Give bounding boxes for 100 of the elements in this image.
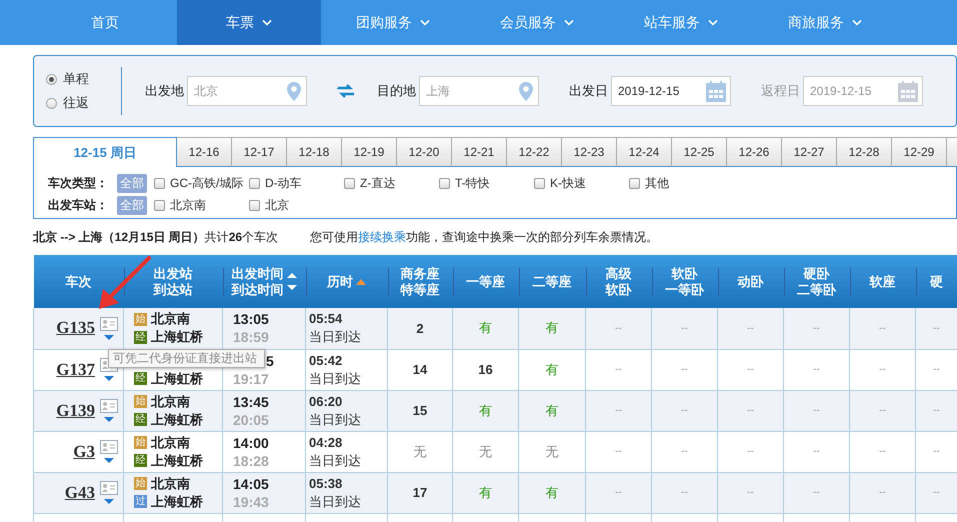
- table-cell: 有: [452, 472, 518, 513]
- date-tab[interactable]: 12-15 周日: [34, 137, 177, 167]
- header-cell[interactable]: 商务座 特等座: [388, 255, 452, 308]
- checkbox[interactable]: [629, 178, 640, 189]
- duration: 04:28: [309, 434, 342, 452]
- header-cell[interactable]: 高级 软卧: [586, 255, 652, 308]
- date-tab[interactable]: 12-19: [342, 137, 397, 167]
- transfer-note: 您可使用接续换乘功能，查询途中换乘一次的部分列车余票情况。: [310, 228, 658, 246]
- filter-option[interactable]: K-快速: [550, 175, 586, 192]
- station-tag: 经: [134, 372, 147, 385]
- sort-up-icon[interactable]: [356, 278, 366, 284]
- table-cell: --: [850, 390, 916, 431]
- date-field[interactable]: 2019-12-15: [611, 76, 731, 106]
- table-cell: 有: [518, 390, 586, 431]
- dropdown-triangle-icon[interactable]: [104, 334, 114, 340]
- result-summary: 北京 --> 上海（12月15日 周日）共计26个车次: [33, 228, 278, 246]
- filter-option[interactable]: T-特快: [455, 175, 490, 192]
- header-cell[interactable]: 软卧 一等卧: [652, 255, 718, 308]
- departure-time: 5: [266, 352, 274, 370]
- date-tab[interactable]: 12-16: [177, 137, 232, 167]
- filter-option[interactable]: 北京南: [170, 197, 206, 214]
- tooltip: 可凭二代身份证直接进出站: [108, 349, 265, 368]
- departure-time: 14:05: [233, 474, 269, 492]
- table-cell: 无: [388, 431, 452, 472]
- header-cell[interactable]: 车次: [34, 255, 124, 308]
- dropdown-triangle-icon[interactable]: [104, 417, 114, 422]
- date-tab[interactable]: 12-24: [617, 137, 672, 167]
- checkbox[interactable]: [249, 178, 260, 189]
- arrival-time: 20:05: [233, 410, 269, 428]
- date-tab[interactable]: 12-25: [672, 137, 727, 167]
- departure-time: 13:05: [233, 310, 269, 328]
- header-cell[interactable]: 历时: [306, 255, 388, 308]
- header-cell[interactable]: 软座: [850, 255, 916, 308]
- date-tab[interactable]: 12-29: [892, 137, 947, 167]
- header-cell[interactable]: 一等座: [452, 255, 518, 308]
- table-cell: 有: [452, 308, 518, 349]
- station-tag: 经: [134, 454, 147, 467]
- checkbox[interactable]: [344, 178, 355, 189]
- sort-arrows-icon[interactable]: [286, 273, 296, 290]
- column-header: 特等座: [400, 282, 440, 298]
- filter-label: 出发车站：: [48, 197, 109, 214]
- table-cell: 16: [452, 349, 518, 390]
- nav-tab[interactable]: 车票: [177, 0, 321, 45]
- date-tab[interactable]: 12-22: [507, 137, 562, 167]
- transfer-link[interactable]: 接续换乘: [358, 230, 406, 244]
- train-number-link[interactable]: G3: [73, 442, 95, 462]
- arrow-annotation: [99, 256, 151, 309]
- date-tab[interactable]: 12-27: [782, 137, 837, 167]
- date-tab[interactable]: 12-26: [727, 137, 782, 167]
- table-cell: 有: [518, 349, 586, 390]
- table-cell: 无: [518, 431, 586, 472]
- dropdown-triangle-icon[interactable]: [104, 376, 114, 381]
- checkbox[interactable]: [154, 178, 165, 189]
- checkbox[interactable]: [439, 178, 450, 189]
- station-tag: 始: [134, 436, 147, 449]
- table-cell: --: [652, 431, 718, 472]
- header-cell[interactable]: 出发时间 到达时间: [222, 255, 306, 308]
- train-number-link[interactable]: G43: [64, 482, 95, 502]
- filter-option[interactable]: GC-高铁/城际: [170, 175, 244, 192]
- date-tab[interactable]: 12-17: [232, 137, 287, 167]
- column-header: 到达时间: [232, 282, 284, 298]
- header-cell[interactable]: 二等座: [518, 255, 586, 308]
- filter-option[interactable]: 其他: [645, 175, 669, 192]
- column-header: 出发站: [154, 266, 192, 282]
- date-tab[interactable]: 12-18: [287, 137, 342, 167]
- header-cell[interactable]: 硬: [916, 255, 957, 308]
- header-cell[interactable]: 出发站 到达站: [124, 255, 222, 308]
- filter-option[interactable]: D-动车: [265, 175, 302, 192]
- table-cell: --: [652, 349, 718, 390]
- table-cell: 有: [518, 308, 586, 349]
- date-tab[interactable]: 12-23: [562, 137, 617, 167]
- table-cell: 有: [452, 390, 518, 431]
- table-cell: 17: [388, 472, 452, 513]
- column-header: 软卧: [606, 282, 632, 298]
- table-cell: 14: [388, 349, 452, 390]
- checkbox[interactable]: [249, 200, 260, 211]
- duration: 05:38: [309, 474, 342, 492]
- filter-option[interactable]: Z-直达: [360, 175, 396, 192]
- column-header: 硬卧: [804, 266, 830, 282]
- header-cell[interactable]: 硬卧 二等卧: [784, 255, 850, 308]
- date-tab[interactable]: 12-28: [837, 137, 892, 167]
- dropdown-triangle-icon[interactable]: [104, 499, 114, 504]
- date-tab[interactable]: 12-20: [397, 137, 452, 167]
- trip-type-radio[interactable]: 单程: [46, 70, 121, 88]
- station-tag: 始: [134, 395, 147, 408]
- filter-option[interactable]: 北京: [265, 197, 289, 214]
- calendar-icon: [898, 80, 918, 102]
- date-tab[interactable]: 12-21: [452, 137, 507, 167]
- table-cell: --: [652, 308, 718, 349]
- header-cell[interactable]: 动卧: [718, 255, 784, 308]
- trip-type-radio[interactable]: 往返: [46, 94, 121, 112]
- column-header: 动卧: [738, 274, 764, 290]
- swap-icon[interactable]: [337, 84, 355, 98]
- column-header: 软卧: [672, 266, 698, 282]
- checkbox[interactable]: [534, 178, 545, 189]
- column-header: 高级: [606, 266, 632, 282]
- column-header: 到达站: [154, 282, 192, 298]
- checkbox[interactable]: [154, 200, 165, 211]
- dropdown-triangle-icon[interactable]: [104, 458, 114, 463]
- location-pin-icon: [518, 80, 534, 102]
